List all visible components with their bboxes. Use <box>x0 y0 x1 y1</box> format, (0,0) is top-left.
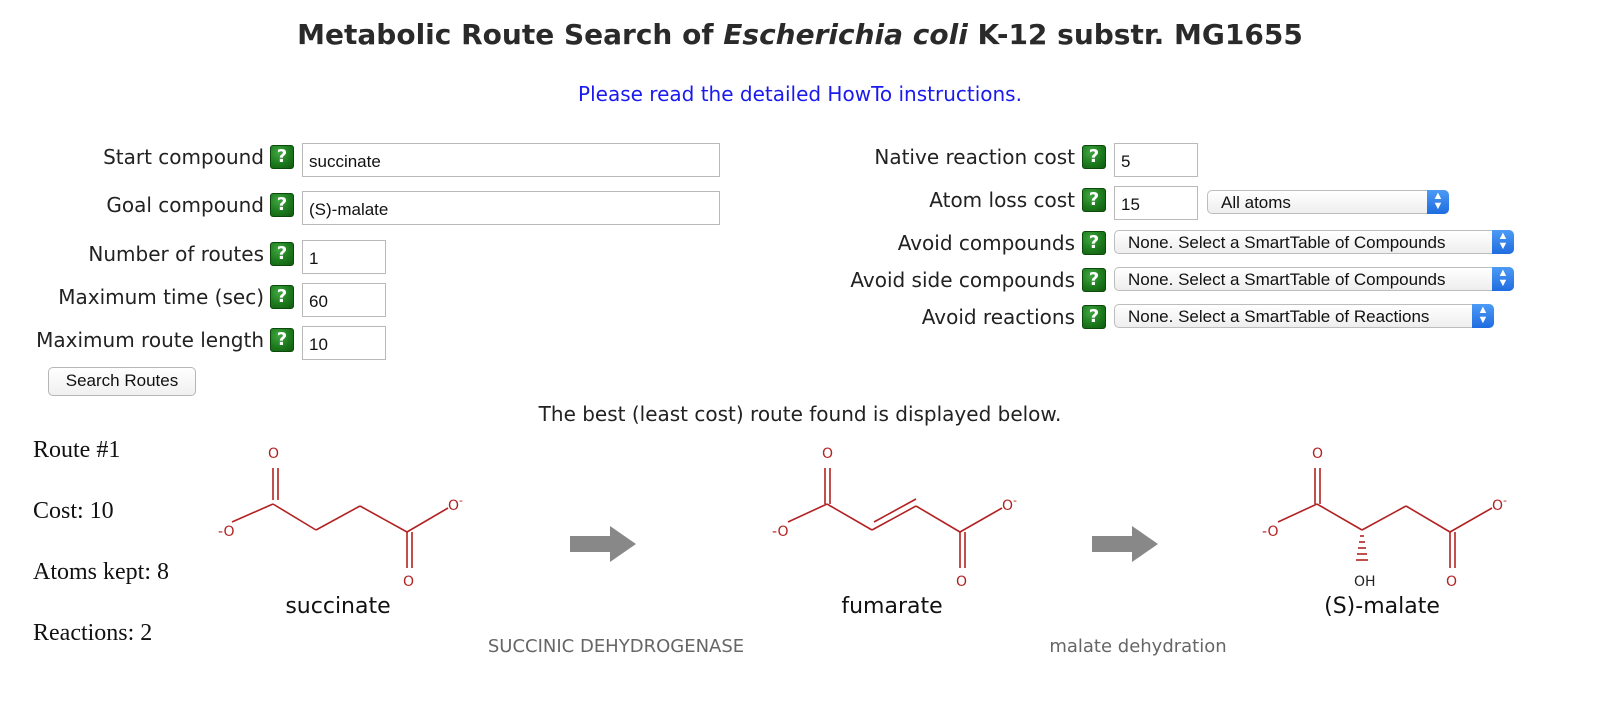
help-icon[interactable]: ? <box>1082 145 1106 169</box>
avoid-reactions-label: Avoid reactions <box>921 305 1075 329</box>
title-prefix: Metabolic Route Search of <box>297 18 724 51</box>
search-routes-button[interactable]: Search Routes <box>48 367 196 396</box>
result-intro: The best (least cost) route found is dis… <box>538 402 1062 426</box>
arrow-right-icon <box>1092 526 1158 562</box>
oxygen-minus-label: O- <box>448 494 463 514</box>
avoid-compounds-select-value: None. Select a SmartTable of Compounds <box>1128 233 1446 252</box>
max-length-input[interactable]: 10 <box>302 326 386 360</box>
page-title: Metabolic Route Search of Escherichia co… <box>0 18 1600 51</box>
select-updown-icon: ▲ ▼ <box>1472 304 1494 328</box>
start-compound-label: Start compound <box>103 145 264 169</box>
avoid-side-compounds-label: Avoid side compounds <box>850 268 1075 292</box>
select-updown-icon: ▲ ▼ <box>1492 267 1514 291</box>
oxygen-minus-label: -O <box>1262 524 1278 540</box>
oxygen-minus-label: -O <box>218 524 234 540</box>
compound-name-succinate[interactable]: succinate <box>208 594 468 619</box>
atoms-kept: Atoms kept: 8 <box>33 559 169 585</box>
max-time-input[interactable]: 60 <box>302 283 386 317</box>
s-malate-structure[interactable]: O -O OH O O- <box>1256 440 1526 590</box>
help-icon[interactable]: ? <box>270 193 294 217</box>
help-icon[interactable]: ? <box>1082 268 1106 292</box>
avoid-reactions-select[interactable]: None. Select a SmartTable of Reactions ▲ ▼ <box>1114 304 1494 328</box>
oxygen-label: O <box>403 574 414 590</box>
compound-name-s-malate[interactable]: (S)-malate <box>1252 594 1512 619</box>
atom-loss-select-value: All atoms <box>1221 193 1291 212</box>
reaction-name-1[interactable]: SUCCINIC DEHYDROGENASE <box>456 636 776 657</box>
max-time-label: Maximum time (sec) <box>58 285 264 309</box>
oxygen-label: O <box>822 446 833 462</box>
route-number: Route #1 <box>33 437 121 463</box>
help-icon[interactable]: ? <box>270 242 294 266</box>
avoid-compounds-select[interactable]: None. Select a SmartTable of Compounds ▲ ▼ <box>1114 230 1514 254</box>
reactions-count: Reactions: 2 <box>33 620 153 646</box>
start-compound-input[interactable]: succinate <box>302 143 720 177</box>
num-routes-input[interactable]: 1 <box>302 240 386 274</box>
select-updown-icon: ▲ ▼ <box>1427 190 1449 214</box>
atom-loss-input[interactable]: 15 <box>1114 186 1198 220</box>
help-icon[interactable]: ? <box>1082 188 1106 212</box>
oxygen-label: O <box>956 574 967 590</box>
atom-loss-label: Atom loss cost <box>929 188 1075 212</box>
avoid-reactions-select-value: None. Select a SmartTable of Reactions <box>1128 307 1430 326</box>
num-routes-label: Number of routes <box>88 242 264 266</box>
title-suffix: K-12 substr. MG1655 <box>967 18 1303 51</box>
reaction-name-2[interactable]: malate dehydration <box>978 636 1298 657</box>
help-icon[interactable]: ? <box>1082 231 1106 255</box>
route-cost: Cost: 10 <box>33 498 114 524</box>
hydroxyl-label: OH <box>1354 574 1376 590</box>
goal-compound-input[interactable]: (S)-malate <box>302 191 720 225</box>
max-length-label: Maximum route length <box>36 328 264 352</box>
arrow-right-icon <box>570 526 636 562</box>
help-icon[interactable]: ? <box>270 145 294 169</box>
howto-link[interactable]: Please read the detailed HowTo instructi… <box>0 82 1600 106</box>
native-cost-label: Native reaction cost <box>874 145 1075 169</box>
fumarate-structure[interactable]: O -O O O- <box>766 440 1036 590</box>
succinate-structure[interactable]: O -O O O- <box>210 440 480 590</box>
compound-name-fumarate[interactable]: fumarate <box>762 594 1022 619</box>
avoid-side-select-value: None. Select a SmartTable of Compounds <box>1128 270 1446 289</box>
atom-loss-select[interactable]: All atoms ▲ ▼ <box>1207 190 1449 214</box>
native-cost-input[interactable]: 5 <box>1114 143 1198 177</box>
oxygen-minus-label: O- <box>1002 494 1017 514</box>
help-icon[interactable]: ? <box>1082 305 1106 329</box>
oxygen-minus-label: O- <box>1492 494 1507 514</box>
help-icon[interactable]: ? <box>270 328 294 352</box>
oxygen-label: O <box>1312 446 1323 462</box>
title-organism: Escherichia coli <box>723 18 968 51</box>
help-icon[interactable]: ? <box>270 285 294 309</box>
avoid-side-compounds-select[interactable]: None. Select a SmartTable of Compounds ▲ ▼ <box>1114 267 1514 291</box>
oxygen-label: O <box>1446 574 1457 590</box>
avoid-compounds-label: Avoid compounds <box>897 231 1075 255</box>
oxygen-label: O <box>268 446 279 462</box>
goal-compound-label: Goal compound <box>106 193 264 217</box>
oxygen-minus-label: -O <box>772 524 788 540</box>
select-updown-icon: ▲ ▼ <box>1492 230 1514 254</box>
